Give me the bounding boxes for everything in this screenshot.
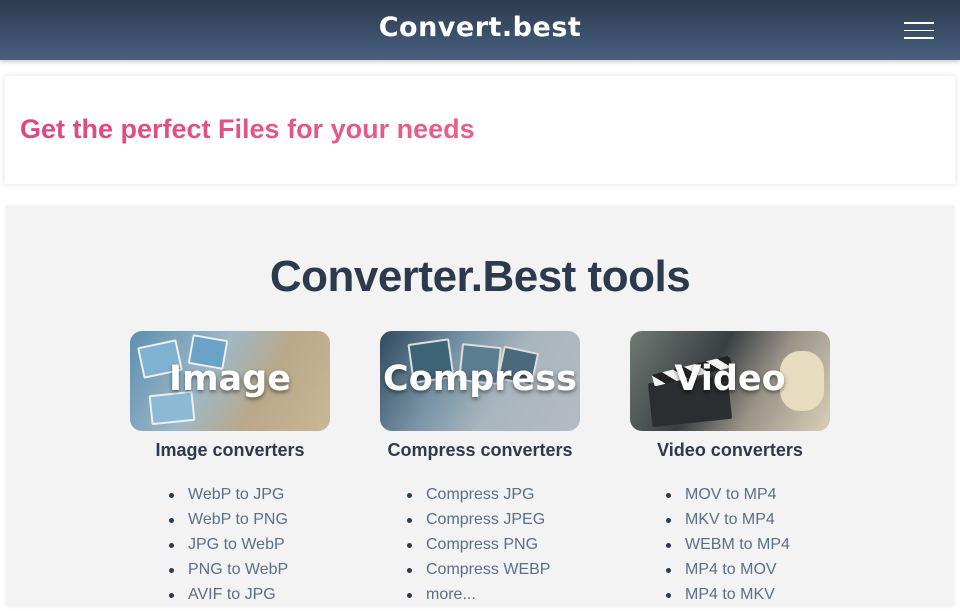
list-item: WebP to JPG (105, 486, 355, 511)
list-item: PNG to WebP (105, 561, 355, 586)
menu-line (904, 29, 934, 31)
image-converters-heading: Image converters (155, 440, 305, 460)
compress-category-card[interactable]: Compress (380, 331, 580, 431)
image-tools-column: Image Image converters WebP to JPG WebP … (105, 331, 355, 611)
link-more[interactable]: more... (426, 586, 476, 603)
video-converters-list: MOV to MP4 MKV to MP4 WEBM to MP4 MP4 to… (605, 486, 855, 611)
compress-tools-column: Compress Compress converters Compress JP… (355, 331, 605, 611)
list-item: MP4 to MOV (605, 561, 855, 586)
hero-title: Get the perfect Files for your needs (20, 114, 475, 144)
compress-converters-heading: Compress converters (387, 440, 573, 460)
top-navbar: Convert.best (0, 0, 960, 60)
list-item: WebP to PNG (105, 511, 355, 536)
list-item: MOV to MP4 (605, 486, 855, 511)
list-item: Compress WEBP (355, 561, 605, 586)
list-item: Compress JPG (355, 486, 605, 511)
video-card-label: Video (674, 359, 786, 399)
list-item: AVIF to JPG (105, 586, 355, 611)
link-compress-webp[interactable]: Compress WEBP (426, 561, 550, 578)
link-avif-to-jpg[interactable]: AVIF to JPG (188, 586, 276, 603)
video-category-card[interactable]: Video (630, 331, 830, 431)
hamburger-menu-icon[interactable] (904, 22, 934, 39)
tools-section: Converter.Best tools Image Image convert… (6, 206, 954, 606)
link-mp4-to-mkv[interactable]: MP4 to MKV (685, 586, 775, 603)
link-mp4-to-mov[interactable]: MP4 to MOV (685, 561, 777, 578)
link-compress-jpg[interactable]: Compress JPG (426, 486, 534, 503)
menu-line (904, 37, 934, 39)
list-item: more... (355, 586, 605, 611)
list-item: Compress JPEG (355, 511, 605, 536)
compress-card-label: Compress (383, 359, 577, 399)
link-webm-to-mp4[interactable]: WEBM to MP4 (685, 536, 790, 553)
list-item: Compress PNG (355, 536, 605, 561)
image-converters-list: WebP to JPG WebP to PNG JPG to WebP PNG … (105, 486, 355, 611)
link-mkv-to-mp4[interactable]: MKV to MP4 (685, 511, 775, 528)
link-mov-to-mp4[interactable]: MOV to MP4 (685, 486, 777, 503)
menu-line (904, 22, 934, 24)
list-item: MKV to MP4 (605, 511, 855, 536)
link-compress-png[interactable]: Compress PNG (426, 536, 538, 553)
brand-logo[interactable]: Convert.best (0, 12, 960, 43)
list-item: JPG to WebP (105, 536, 355, 561)
video-tools-column: Video Video converters MOV to MP4 MKV to… (605, 331, 855, 611)
image-category-card[interactable]: Image (130, 331, 330, 431)
link-jpg-to-webp[interactable]: JPG to WebP (188, 536, 285, 553)
list-item: MP4 to MKV (605, 586, 855, 611)
link-webp-to-png[interactable]: WebP to PNG (188, 511, 288, 528)
link-compress-jpeg[interactable]: Compress JPEG (426, 511, 545, 528)
compress-converters-list: Compress JPG Compress JPEG Compress PNG … (355, 486, 605, 611)
video-converters-heading: Video converters (657, 440, 803, 460)
hero-banner: Get the perfect Files for your needs (5, 76, 955, 184)
list-item: WEBM to MP4 (605, 536, 855, 561)
image-card-label: Image (169, 359, 291, 399)
link-webp-to-jpg[interactable]: WebP to JPG (188, 486, 284, 503)
link-png-to-webp[interactable]: PNG to WebP (188, 561, 288, 578)
tools-title: Converter.Best tools (269, 252, 691, 301)
